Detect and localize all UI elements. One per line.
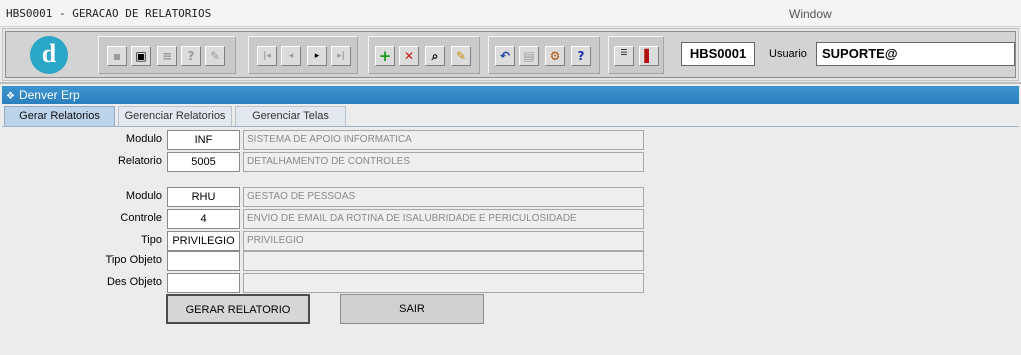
form-window-icon: ❖ [6,91,15,102]
des-objeto-code-field[interactable] [167,273,240,293]
tools-icon[interactable]: ⚙ [545,46,565,66]
tipo-objeto-label: Tipo Objeto [105,254,162,266]
controle-desc-field: ENVIO DE EMAIL DA ROTINA DE ISALUBRIDADE… [243,209,644,229]
tipo-label: Tipo [141,234,162,246]
help-icon[interactable]: ? [571,46,591,66]
toolbar-group-tools: ↶ ▤ ⚙ ? [488,36,600,74]
gerar-relatorio-button[interactable]: GERAR RELATORIO [166,294,310,324]
clipboard-icon[interactable]: ▤ [519,46,539,66]
previous-record-icon[interactable]: ◂ [281,46,301,66]
tab-bar: Gerar Relatorios Gerenciar Relatorios Ge… [4,106,1019,126]
save-icon[interactable]: ▪ [107,46,127,66]
toolbar-group-file: ▪ ▣ ≡ ? ✎ [98,36,236,74]
modulo-controle-code-field[interactable]: RHU [167,187,240,207]
next-record-icon[interactable]: ▸ [307,46,327,66]
toolbar-group-navigation: |◂ ◂ ▸ ▸| [248,36,358,74]
search-icon[interactable]: ⌕ [425,46,445,66]
exit-door-icon[interactable]: ▌ [639,46,659,66]
tipo-objeto-desc-field [243,251,644,271]
title-bar: HBS0001 - GERACAO DE RELATORIOS Window [0,0,1021,27]
user-field: SUPORTE@ [816,42,1015,66]
window-icon[interactable]: ▣ [131,46,151,66]
controle-code-field[interactable]: 4 [167,209,240,229]
toolbar-divider [0,82,1021,84]
first-record-icon[interactable]: |◂ [257,46,277,66]
clear-icon[interactable]: ✎ [451,46,471,66]
toolbar-group-exit: ☰ ▌ [608,36,664,74]
edit-icon[interactable]: ✎ [205,46,225,66]
form-header: ❖ Denver Erp [2,86,1019,104]
tab-gerenciar-relatorios[interactable]: Gerenciar Relatorios [118,106,232,126]
tab-gerenciar-telas[interactable]: Gerenciar Telas [235,106,346,126]
last-record-icon[interactable]: ▸| [331,46,351,66]
tipo-objeto-code-field[interactable] [167,251,240,271]
screen-code-field: HBS0001 [681,42,755,66]
print-icon[interactable]: ≡ [157,46,177,66]
modulo-desc-field: SISTEMA DE APOIO INFORMATICA [243,130,644,150]
tipo-code-field[interactable]: PRIVILEGIO [167,231,240,251]
relatorio-label: Relatorio [117,155,162,167]
toolbar-group-records: + ✕ ⌕ ✎ [368,36,480,74]
window-menu[interactable]: Window [789,7,832,21]
help-query-icon[interactable]: ? [181,46,201,66]
toolbar-container: d ▪ ▣ ≡ ? ✎ |◂ ◂ ▸ ▸| + ✕ ⌕ ✎ ↶ ▤ ⚙ ? ☰ [2,28,1019,81]
modulo-controle-label: Modulo [125,190,162,202]
user-label: Usuario [769,48,807,60]
controle-label: Controle [120,212,162,224]
delete-record-icon[interactable]: ✕ [399,46,419,66]
modulo-label: Modulo [125,133,162,145]
form-header-title: Denver Erp [18,88,80,102]
tab-gerar-relatorios[interactable]: Gerar Relatorios [4,106,115,126]
des-objeto-label: Des Objeto [106,276,162,288]
modulo-controle-desc-field: GESTAO DE PESSOAS [243,187,644,207]
des-objeto-desc-field [243,273,644,293]
tipo-desc-field: PRIVILEGIO [243,231,644,251]
menu-icon[interactable]: ☰ [614,46,634,66]
window-title: HBS0001 - GERACAO DE RELATORIOS [6,7,212,20]
denver-logo-icon: d [30,36,68,74]
add-record-icon[interactable]: + [375,46,395,66]
relatorio-desc-field: DETALHAMENTO DE CONTROLES [243,152,644,172]
undo-icon[interactable]: ↶ [495,46,515,66]
relatorio-code-field[interactable]: 5005 [167,152,240,172]
toolbar: d ▪ ▣ ≡ ? ✎ |◂ ◂ ▸ ▸| + ✕ ⌕ ✎ ↶ ▤ ⚙ ? ☰ [5,31,1016,78]
sair-button[interactable]: SAIR [340,294,484,324]
modulo-code-field[interactable]: INF [167,130,240,150]
